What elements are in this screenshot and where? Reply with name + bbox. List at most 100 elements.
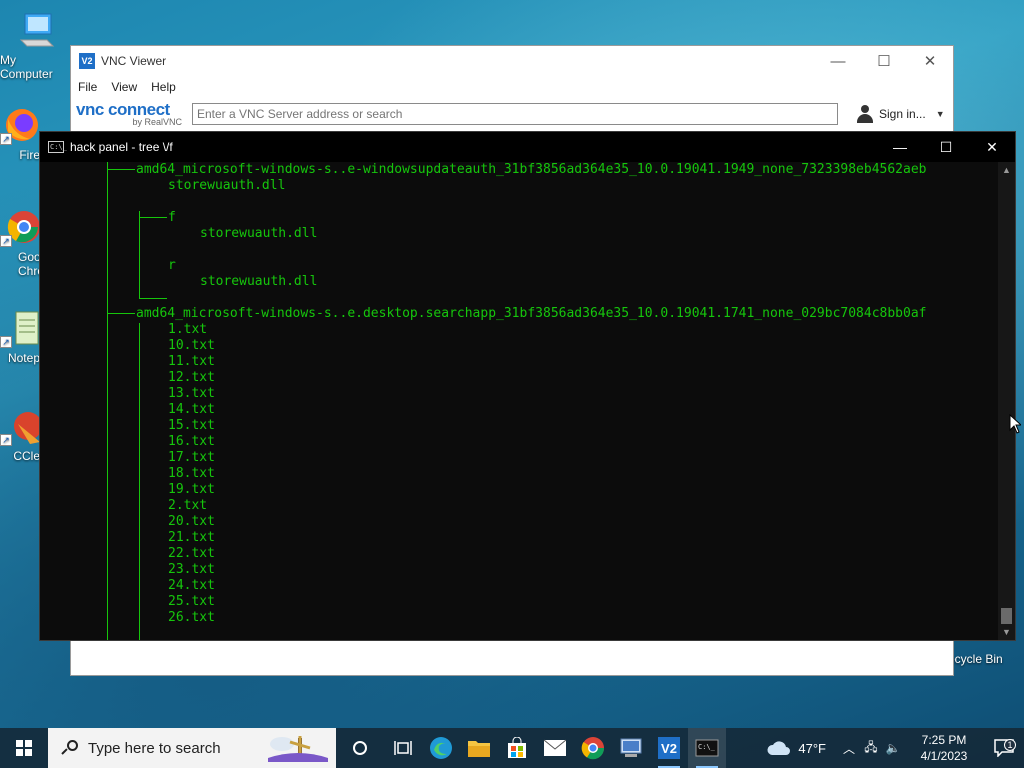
network-icon[interactable]: 🖧 xyxy=(860,738,882,759)
menu-view[interactable]: View xyxy=(111,80,137,94)
desktop-icon-label: Fire xyxy=(19,148,40,162)
tree-entry: 1.txt xyxy=(168,322,208,337)
tree-branch-line xyxy=(107,169,135,170)
person-icon xyxy=(856,105,874,123)
computer-icon xyxy=(17,10,57,50)
sign-in-button[interactable]: Sign in... ▼ xyxy=(856,105,945,123)
chevron-up-icon[interactable]: ︿ xyxy=(838,740,860,757)
desktop-icon-label: My Computer xyxy=(0,53,53,81)
tree-entry: 20.txt xyxy=(168,514,215,529)
tree-entry: 10.txt xyxy=(168,338,215,353)
tree-entry: 25.txt xyxy=(168,594,215,609)
chevron-down-icon: ▼ xyxy=(935,109,945,119)
vnc-toolbar: vnc connect by RealVNC Sign in... ▼ xyxy=(71,98,953,130)
taskbar: Type here to search V2 C:\_ 47°F ︿ 🖧 🔈 7… xyxy=(0,728,1024,768)
taskbar-edge[interactable] xyxy=(422,728,460,768)
weather-temperature[interactable]: 47°F xyxy=(798,741,826,756)
shortcut-arrow-icon: ↗ xyxy=(0,235,12,247)
cortana-button[interactable] xyxy=(336,728,384,768)
tree-entry: 2.txt xyxy=(168,498,208,513)
console-icon: C:\_ xyxy=(48,141,67,153)
task-view-icon xyxy=(394,741,412,755)
minimize-button[interactable]: — xyxy=(877,132,923,162)
vnc-connect-logo: vnc connect by RealVNC xyxy=(76,101,184,127)
vnc-titlebar[interactable]: V2 VNC Viewer — ☐ ✕ xyxy=(71,46,953,76)
tree-entry: r xyxy=(168,258,176,273)
desktop-icon-chrome[interactable]: ↗ Goo Chro xyxy=(0,207,45,278)
desktop-icon-label: Notep xyxy=(7,351,40,365)
tree-entry: 15.txt xyxy=(168,418,215,433)
taskbar-mail[interactable] xyxy=(536,728,574,768)
scroll-down-arrow-icon[interactable]: ▼ xyxy=(998,624,1015,640)
volume-icon[interactable]: 🔈 xyxy=(882,741,904,755)
scrollbar-thumb[interactable] xyxy=(1001,608,1012,624)
folder-icon xyxy=(468,741,490,757)
notification-center-button[interactable]: 1 xyxy=(984,739,1024,757)
tree-entry: 21.txt xyxy=(168,530,215,545)
console-scrollbar[interactable]: ▲ ▼ xyxy=(998,162,1015,640)
task-view-button[interactable] xyxy=(384,728,422,768)
search-highlight-icon xyxy=(268,736,328,762)
tree-entry: 24.txt xyxy=(168,578,215,593)
console-output[interactable]: amd64_microsoft-windows-s..e-windowsupda… xyxy=(40,162,1015,640)
taskbar-vnc-viewer[interactable]: V2 xyxy=(650,728,688,768)
desktop-icon-my-computer[interactable]: My Computer xyxy=(0,10,70,81)
taskbar-terminal[interactable]: C:\_ xyxy=(688,728,726,768)
taskbar-chrome[interactable] xyxy=(574,728,612,768)
tree-entry: storewuauth.dll xyxy=(200,226,318,241)
desktop-icon-label: CCle xyxy=(13,449,40,463)
console-title: hack panel - tree \/f xyxy=(70,140,173,154)
desktop-icon-firefox[interactable]: ↗ Fire xyxy=(0,105,40,162)
taskbar-file-explorer[interactable] xyxy=(460,728,498,768)
desktop-icon-notepad[interactable]: ↗ Notep xyxy=(0,308,40,365)
taskbar-microsoft-store[interactable] xyxy=(498,728,536,768)
chrome-icon xyxy=(581,737,605,760)
menu-help[interactable]: Help xyxy=(151,80,176,94)
tree-branch-line xyxy=(139,298,167,299)
tree-trunk-line xyxy=(107,162,108,640)
close-button[interactable]: ✕ xyxy=(907,46,953,76)
firefox-icon: ↗ xyxy=(0,105,40,145)
tree-entry: 18.txt xyxy=(168,466,215,481)
notepad-icon: ↗ xyxy=(0,308,40,348)
tree-branch-line xyxy=(139,217,167,218)
vnc-server-search-input[interactable] xyxy=(192,103,838,125)
desktop-icon-recycle-bin[interactable]: ecycle Bin xyxy=(948,640,1018,666)
tree-entry: 16.txt xyxy=(168,434,215,449)
notification-count-badge: 1 xyxy=(1004,739,1016,751)
edge-icon xyxy=(430,737,452,759)
tree-entry: 13.txt xyxy=(168,386,215,401)
tree-entry: storewuauth.dll xyxy=(168,178,286,193)
taskbar-network-app[interactable] xyxy=(612,728,650,768)
shortcut-arrow-icon: ↗ xyxy=(0,434,12,446)
clock-date: 4/1/2023 xyxy=(920,749,968,763)
desktop-icon-label: Goo Chro xyxy=(18,250,45,278)
search-placeholder: Type here to search xyxy=(88,739,221,757)
tree-entry: f xyxy=(168,210,176,225)
taskbar-search-box[interactable]: Type here to search xyxy=(48,728,336,768)
system-tray: 47°F ︿ 🖧 🔈 7:25 PM 4/1/2023 1 xyxy=(766,728,1024,768)
menu-file[interactable]: File xyxy=(78,80,97,94)
minimize-button[interactable]: — xyxy=(815,46,861,76)
tree-entry: 22.txt xyxy=(168,546,215,561)
scroll-up-arrow-icon[interactable]: ▲ xyxy=(998,162,1015,178)
desktop-icon-ccleaner[interactable]: ↗ CCle xyxy=(0,406,42,463)
tree-subtrunk-line xyxy=(139,323,140,640)
clock[interactable]: 7:25 PM 4/1/2023 xyxy=(904,732,984,764)
console-titlebar[interactable]: C:\_ hack panel - tree \/f — ☐ ✕ xyxy=(40,132,1015,162)
window-title: VNC Viewer xyxy=(101,54,167,68)
ccleaner-icon: ↗ xyxy=(0,406,42,446)
menu-bar: File View Help xyxy=(71,76,953,98)
brand-name: vnc connect xyxy=(76,100,170,119)
console-window[interactable]: C:\_ hack panel - tree \/f — ☐ ✕ amd64_m… xyxy=(39,131,1016,641)
vnc-logo-icon: V2 xyxy=(79,53,95,69)
search-icon xyxy=(61,740,78,756)
tree-entry: 14.txt xyxy=(168,402,215,417)
start-button[interactable] xyxy=(0,728,48,768)
tree-subtrunk-line xyxy=(139,211,140,299)
shortcut-arrow-icon: ↗ xyxy=(0,133,12,145)
maximize-button[interactable]: ☐ xyxy=(923,132,969,162)
maximize-button[interactable]: ☐ xyxy=(861,46,907,76)
close-button[interactable]: ✕ xyxy=(969,132,1015,162)
cloud-weather-icon[interactable] xyxy=(766,739,792,757)
